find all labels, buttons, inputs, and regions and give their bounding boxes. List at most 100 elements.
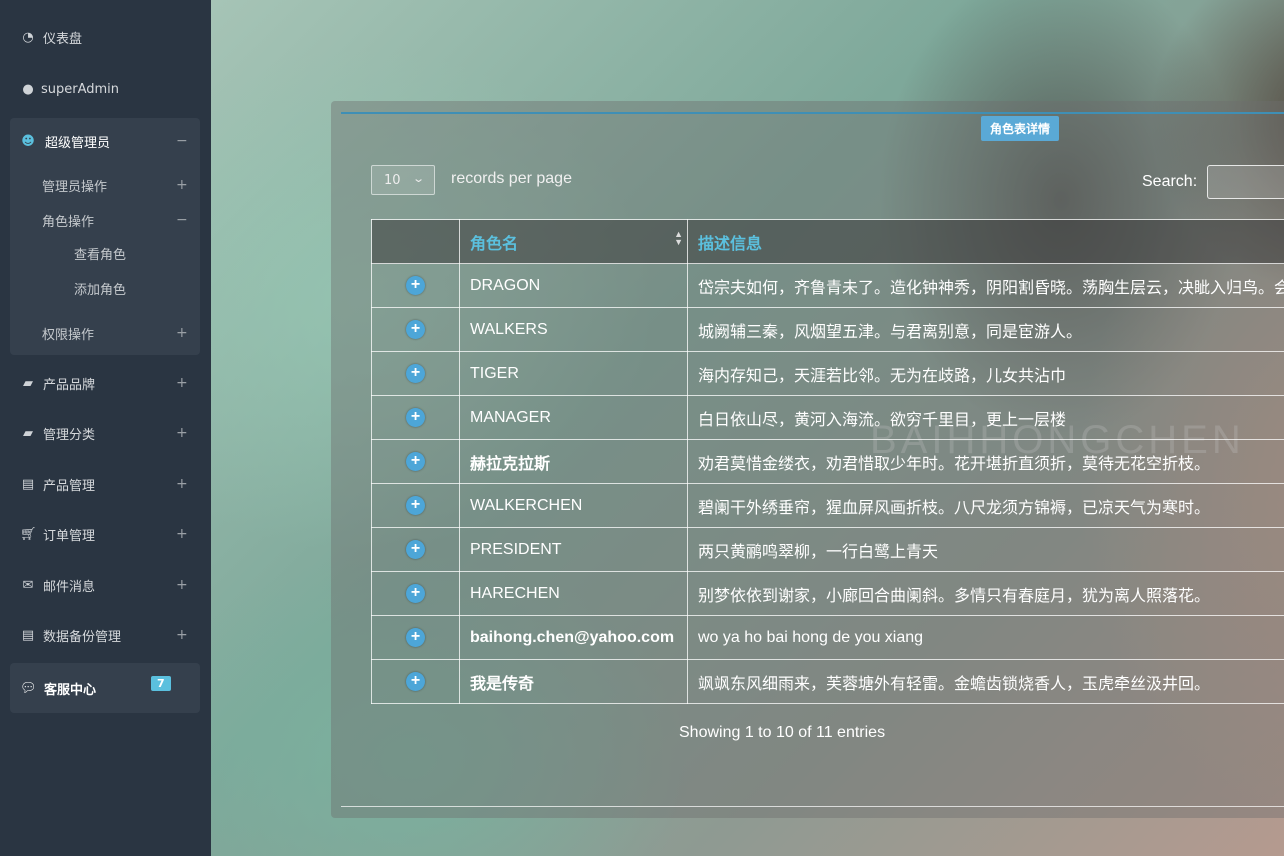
dashboard-icon: ◔ (22, 29, 34, 45)
search-label: Search: (1142, 173, 1198, 190)
expand-row-icon[interactable]: + (406, 584, 425, 603)
table-row: + baihong.chen@yahoo.com wo ya ho bai ho… (371, 615, 1284, 660)
description-cell: 飒飒东风细雨来，芙蓉塘外有轻雷。金蟾齿锁烧香人，玉虎牵丝汲井回。 (687, 659, 1284, 704)
sidebar-item-admin-ops[interactable]: 管理员操作 + (0, 170, 211, 200)
sidebar-item-dashboard[interactable]: ◔ 仪表盘 (0, 17, 211, 57)
description-cell: 劝君莫惜金缕衣，劝君惜取少年时。花开堪折直须折，莫待无花空折枝。 (687, 439, 1284, 484)
column-header-description[interactable]: 描述信息 (687, 219, 1284, 264)
expand-cell: + (371, 483, 460, 528)
description-cell: 岱宗夫如何，齐鲁青未了。造化钟神秀，阴阳割昏晓。荡胸生层云，决眦入归鸟。会 (687, 263, 1284, 308)
sidebar-item-label: 管理员操作 (42, 179, 108, 195)
description-cell: 碧阑干外绣垂帘，猩血屏风画折枝。八尺龙须方锦褥，已凉天气为寒时。 (687, 483, 1284, 528)
sidebar-item-mail[interactable]: ✉ 邮件消息 + (0, 565, 211, 605)
sidebar-item-role-ops[interactable]: 角色操作 − (0, 205, 211, 235)
expand-icon: + (176, 627, 188, 643)
sort-icon: ▲ ▼ (674, 228, 683, 247)
page-length-value: 10 (384, 173, 401, 188)
expand-icon: + (176, 577, 188, 593)
collapse-icon: − (176, 133, 188, 149)
server-icon: ▤ (21, 627, 35, 643)
chevron-down-icon: ⌄ (412, 172, 426, 185)
panel-bottom-divider (341, 806, 1284, 807)
sidebar: ◔ 仪表盘 ● superAdmin ☻ 超级管理员 − 管理员操作 + 角色操… (0, 0, 211, 856)
role-name-cell: TIGER (459, 351, 688, 396)
description-cell: wo ya ho bai hong de you xiang (687, 615, 1284, 660)
role-name-cell: DRAGON (459, 263, 688, 308)
expand-cell: + (371, 615, 460, 660)
expand-cell: + (371, 439, 460, 484)
sidebar-item-label: 查看角色 (74, 247, 127, 263)
sidebar-item-super-admin[interactable]: ☻ 超级管理员 − (0, 121, 211, 161)
sidebar-item-label: 超级管理员 (45, 135, 111, 151)
expand-cell: + (371, 351, 460, 396)
page-length-select[interactable]: 10 ⌄ (371, 165, 435, 195)
expand-icon: + (176, 177, 188, 193)
description-cell: 白日依山尽，黄河入海流。欲穷千里目，更上一层楼 (687, 395, 1284, 440)
table-row: + 我是传奇 飒飒东风细雨来，芙蓉塘外有轻雷。金蟾齿锁烧香人，玉虎牵丝汲井回。 (371, 659, 1284, 704)
search-input[interactable] (1207, 165, 1284, 199)
expand-icon: + (176, 325, 188, 341)
sidebar-item-label: 数据备份管理 (43, 629, 122, 645)
expand-row-icon[interactable]: + (406, 672, 425, 691)
sidebar-item-perm-ops[interactable]: 权限操作 + (0, 318, 211, 348)
sidebar-item-user[interactable]: ● superAdmin (0, 69, 211, 109)
sidebar-item-label: 产品品牌 (43, 377, 96, 393)
sidebar-item-view-roles[interactable]: 查看角色 (0, 238, 211, 268)
table-row: + DRAGON 岱宗夫如何，齐鲁青未了。造化钟神秀，阴阳割昏晓。荡胸生层云，决… (371, 263, 1284, 308)
table-row: + PRESIDENT 两只黄鹂鸣翠柳，一行白鹭上青天 (371, 527, 1284, 572)
book-icon: ▰ (23, 375, 33, 391)
expand-icon: + (176, 476, 188, 492)
expand-icon: + (176, 425, 188, 441)
expand-cell: + (371, 659, 460, 704)
envelope-icon: ✉ (22, 577, 34, 593)
expand-row-icon[interactable]: + (406, 628, 425, 647)
description-cell: 别梦依依到谢家，小廊回合曲阑斜。多情只有春庭月，犹为离人照落花。 (687, 571, 1284, 616)
sidebar-item-brand[interactable]: ▰ 产品品牌 + (0, 363, 211, 403)
expand-row-icon[interactable]: + (406, 276, 425, 295)
role-name-cell: 我是传奇 (459, 659, 688, 704)
role-table-panel: 角色表详情 10 ⌄ records per page Search: 角色名 … (331, 101, 1284, 818)
notification-badge: 7 (151, 676, 171, 691)
table-row: + MANAGER 白日依山尽，黄河入海流。欲穷千里目，更上一层楼 (371, 395, 1284, 440)
role-name-cell: MANAGER (459, 395, 688, 440)
expand-icon: + (176, 526, 188, 542)
expand-cell: + (371, 527, 460, 572)
sidebar-item-products[interactable]: ▤ 产品管理 + (0, 464, 211, 504)
list-icon: ▤ (21, 476, 35, 492)
expand-row-icon[interactable]: + (406, 364, 425, 383)
column-header-role-name[interactable]: 角色名 ▲ ▼ (459, 219, 688, 264)
expand-cell: + (371, 395, 460, 440)
role-table: 角色名 ▲ ▼ 描述信息 + DRAGON 岱宗夫如何，齐鲁青未了。造化钟神秀，阴… (371, 219, 1284, 704)
expand-row-icon[interactable]: + (406, 408, 425, 427)
sidebar-item-add-role[interactable]: 添加角色 (0, 273, 211, 303)
sidebar-item-label: 添加角色 (74, 282, 127, 298)
sidebar-item-category[interactable]: ▰ 管理分类 + (0, 413, 211, 453)
table-row: + TIGER 海内存知己，天涯若比邻。无为在歧路，儿女共沾巾 (371, 351, 1284, 396)
expand-row-icon[interactable]: + (406, 540, 425, 559)
panel-title: 角色表详情 (981, 116, 1060, 141)
role-name-cell: PRESIDENT (459, 527, 688, 572)
cart-icon: 🛒︎ (20, 526, 37, 542)
sidebar-item-label: 仪表盘 (43, 31, 83, 47)
expand-cell: + (371, 571, 460, 616)
table-row: + WALKERS 城阙辅三秦，风烟望五津。与君离别意，同是宦游人。 (371, 307, 1284, 352)
book-icon: ▰ (23, 425, 33, 441)
table-info: Showing 1 to 10 of 11 entries (679, 724, 886, 741)
table-row: + WALKERCHEN 碧阑干外绣垂帘，猩血屏风画折枝。八尺龙须方锦褥，已凉天… (371, 483, 1284, 528)
table-header-row: 角色名 ▲ ▼ 描述信息 (371, 219, 1284, 264)
expand-row-icon[interactable]: + (406, 320, 425, 339)
description-cell: 两只黄鹂鸣翠柳，一行白鹭上青天 (687, 527, 1284, 572)
table-row: + 赫拉克拉斯 劝君莫惜金缕衣，劝君惜取少年时。花开堪折直须折，莫待无花空折枝。 (371, 439, 1284, 484)
sidebar-item-backup[interactable]: ▤ 数据备份管理 + (0, 615, 211, 655)
sidebar-item-label: 客服中心 (44, 682, 97, 698)
expand-row-icon[interactable]: + (406, 452, 425, 471)
expand-row-icon[interactable]: + (406, 496, 425, 515)
column-header-label: 角色名 (470, 235, 519, 253)
collapse-icon: − (176, 212, 188, 228)
sidebar-item-service-center[interactable]: 💬︎ 客服中心 7 (10, 663, 200, 713)
table-row: + HARECHEN 别梦依依到谢家，小廊回合曲阑斜。多情只有春庭月，犹为离人照… (371, 571, 1284, 616)
user-icon: ● (22, 81, 34, 97)
sidebar-item-orders[interactable]: 🛒︎ 订单管理 + (0, 514, 211, 554)
sidebar-item-label: 角色操作 (42, 214, 95, 230)
role-name-cell: WALKERS (459, 307, 688, 352)
